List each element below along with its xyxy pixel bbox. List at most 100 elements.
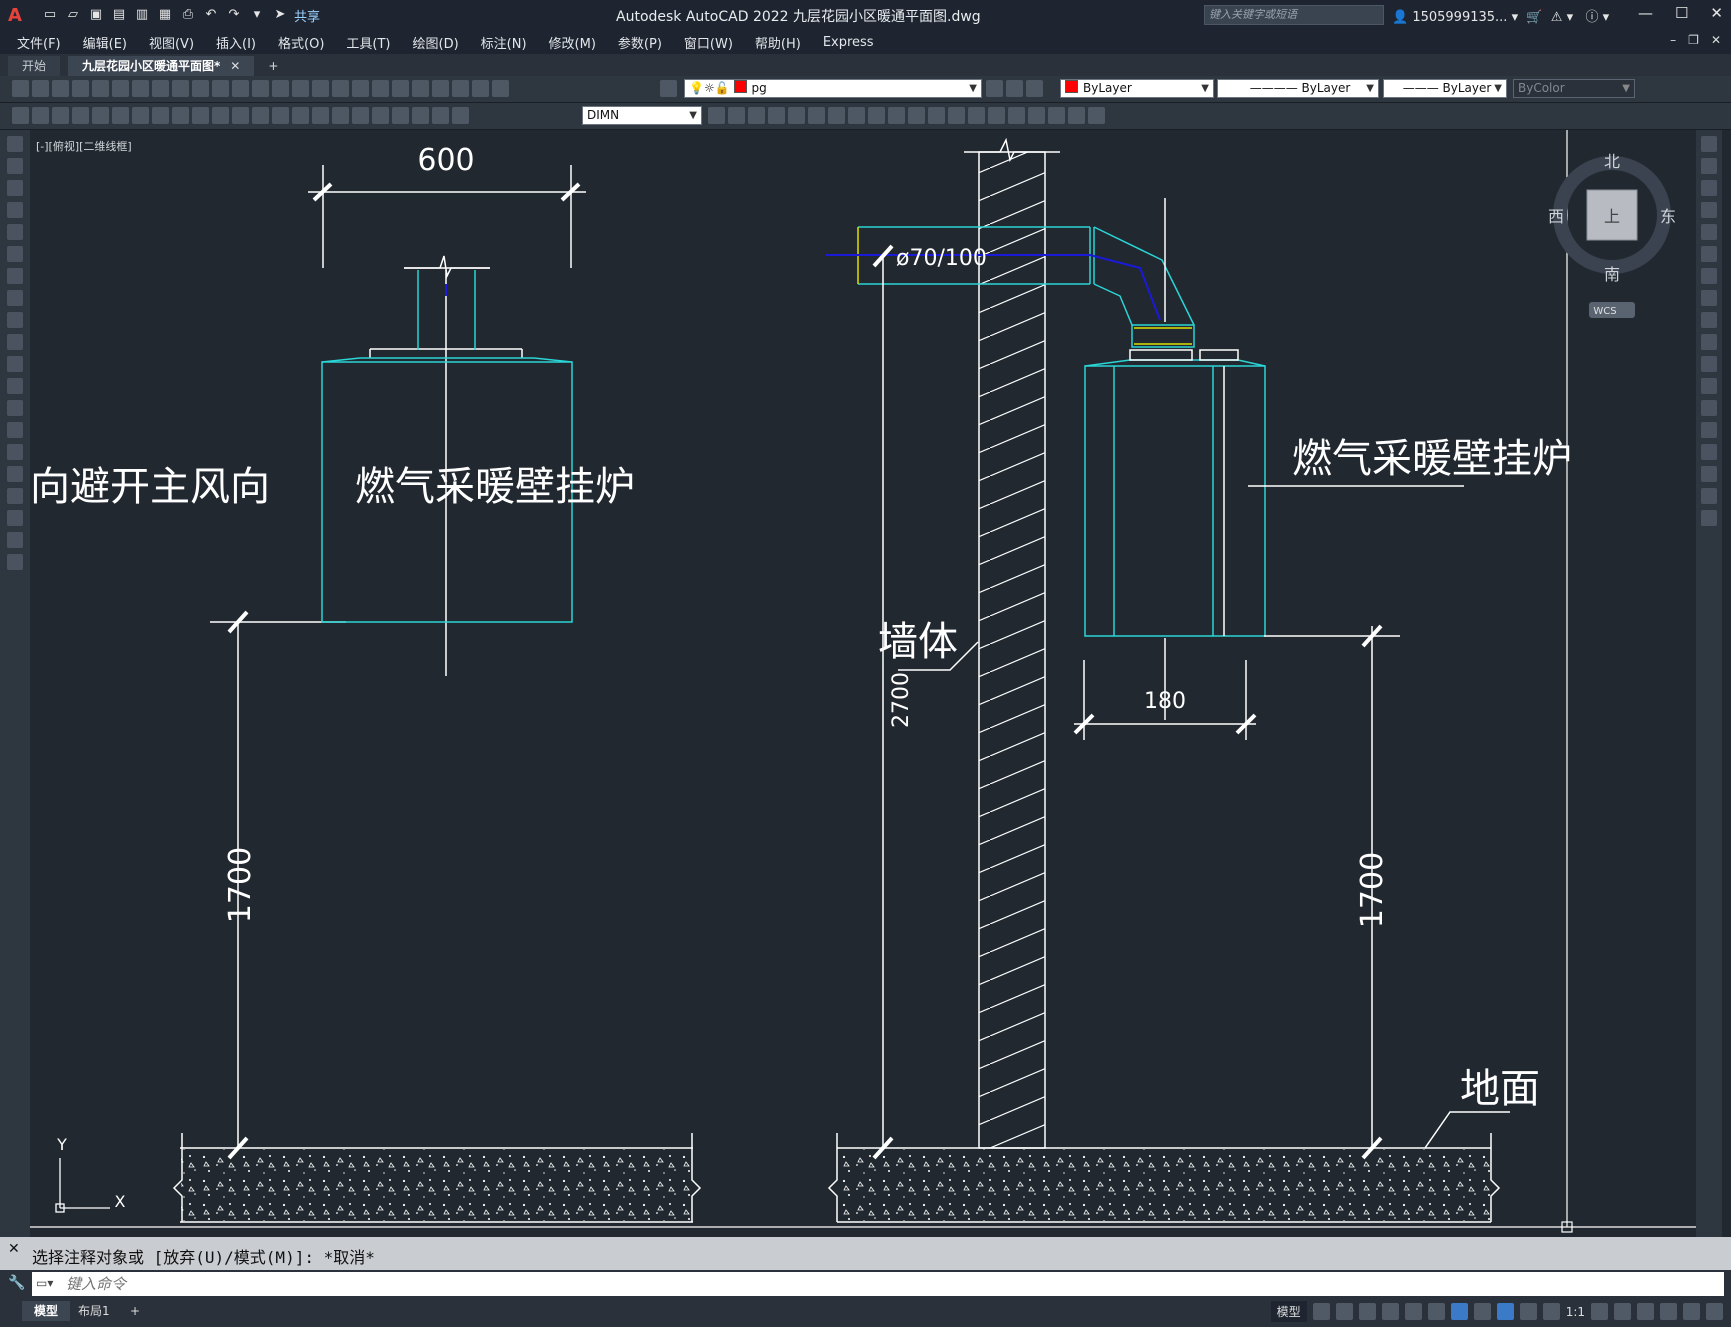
calculator-icon[interactable]	[472, 80, 489, 97]
stretch-icon[interactable]	[1701, 312, 1717, 328]
menu-window[interactable]: 窗口(W)	[673, 33, 744, 52]
dimstyle-combo[interactable]: DIMN ▼	[582, 106, 702, 125]
close-command-icon[interactable]: ✕	[8, 1241, 20, 1257]
hatch-icon[interactable]	[7, 444, 23, 460]
print-icon[interactable]	[72, 80, 89, 97]
zoom-realtime-icon[interactable]	[312, 80, 329, 97]
modify-icon[interactable]	[888, 107, 905, 124]
command-prompt-icon[interactable]: ▭▾	[36, 1276, 53, 1290]
modify-icon[interactable]	[728, 107, 745, 124]
modify-icon[interactable]	[768, 107, 785, 124]
tab-start[interactable]: 开始	[8, 56, 61, 76]
close-tab-icon[interactable]: ✕	[230, 59, 240, 73]
user-account[interactable]: 👤 1505999135... ▾ 🛒 ⚠ ▾ ⓘ ▾	[1392, 6, 1609, 25]
table-icon[interactable]	[7, 510, 23, 526]
menu-file[interactable]: 文件(F)	[6, 33, 72, 52]
doc-restore-icon[interactable]: ❐	[1688, 33, 1699, 47]
dim-tool-icon[interactable]	[52, 107, 69, 124]
radius-icon[interactable]	[152, 107, 169, 124]
redo-icon[interactable]	[272, 80, 289, 97]
text-icon[interactable]	[7, 532, 23, 548]
units-icon[interactable]	[1637, 1303, 1654, 1320]
break-icon[interactable]	[1701, 400, 1717, 416]
menu-draw[interactable]: 绘图(D)	[402, 33, 470, 52]
layer-manager-icon[interactable]	[660, 80, 677, 97]
annotation-scale-value[interactable]: 1:1	[1566, 1305, 1585, 1319]
modify-icon[interactable]	[868, 107, 885, 124]
undo-icon[interactable]	[252, 80, 269, 97]
jogged-linear-icon[interactable]	[392, 107, 409, 124]
close-icon[interactable]: ✕	[1710, 4, 1723, 22]
new-tab-icon[interactable]: +	[268, 56, 278, 76]
clean-screen-icon[interactable]	[1683, 1303, 1700, 1320]
match-properties-icon[interactable]	[212, 80, 229, 97]
help-icon[interactable]	[492, 80, 509, 97]
diameter-icon[interactable]	[192, 107, 209, 124]
line-icon[interactable]	[7, 136, 23, 152]
arc-icon[interactable]	[7, 246, 23, 262]
linear-dim-icon[interactable]	[72, 107, 89, 124]
erase-icon[interactable]	[1701, 136, 1717, 152]
dim-tool-icon[interactable]	[12, 107, 29, 124]
modify-icon[interactable]	[828, 107, 845, 124]
new-icon[interactable]	[12, 80, 29, 97]
layer-state-icon[interactable]	[1026, 80, 1043, 97]
color-combo[interactable]: ByLayer ▼	[1060, 79, 1214, 98]
gradient-icon[interactable]	[7, 466, 23, 482]
modify-icon[interactable]	[908, 107, 925, 124]
modify-icon[interactable]	[948, 107, 965, 124]
modify-icon[interactable]	[968, 107, 985, 124]
doc-minimize-icon[interactable]: –	[1670, 33, 1676, 47]
compass-north[interactable]: 北	[1604, 152, 1620, 171]
construction-line-icon[interactable]	[7, 158, 23, 174]
quick-properties-icon[interactable]	[1660, 1303, 1677, 1320]
annotation-scale-icon[interactable]	[1542, 1303, 1560, 1320]
annotation-monitor-icon[interactable]	[1614, 1303, 1631, 1320]
markup-icon[interactable]	[452, 80, 469, 97]
menu-view[interactable]: 视图(V)	[138, 33, 205, 52]
move-icon[interactable]	[1701, 246, 1717, 262]
viewport-controls-label[interactable]: [-][俯视][二维线框]	[36, 138, 132, 154]
copy-icon[interactable]	[1701, 158, 1717, 174]
help-search-input[interactable]: 键入关键字或短语	[1204, 5, 1384, 25]
3d-print-icon[interactable]	[132, 80, 149, 97]
blend-icon[interactable]	[1701, 488, 1717, 504]
customize-wrench-icon[interactable]: 🔧	[8, 1275, 25, 1291]
new-file-icon[interactable]: ▭	[42, 7, 58, 23]
dim-text-edit-icon[interactable]	[432, 107, 449, 124]
menu-help[interactable]: 帮助(H)	[744, 33, 812, 52]
continue-icon[interactable]	[272, 107, 289, 124]
maximize-icon[interactable]: ☐	[1675, 4, 1688, 22]
region-icon[interactable]	[7, 488, 23, 504]
pan-icon[interactable]	[292, 80, 309, 97]
modify-icon[interactable]	[788, 107, 805, 124]
space-icon[interactable]	[292, 107, 309, 124]
ortho-icon[interactable]	[1358, 1303, 1376, 1320]
modify-icon[interactable]	[1008, 107, 1025, 124]
point-icon[interactable]	[7, 422, 23, 438]
modify-icon[interactable]	[848, 107, 865, 124]
circle-icon[interactable]	[7, 268, 23, 284]
compass-east[interactable]: 东	[1660, 207, 1676, 226]
trim-icon[interactable]	[1701, 334, 1717, 350]
ellipse-arc-icon[interactable]	[7, 356, 23, 372]
lineweight-icon[interactable]	[1473, 1303, 1491, 1320]
linetype-combo[interactable]: ———— ByLayer ▼	[1217, 79, 1379, 98]
compass-west[interactable]: 西	[1548, 207, 1564, 226]
make-block-icon[interactable]	[7, 400, 23, 416]
modify-icon[interactable]	[748, 107, 765, 124]
minimize-icon[interactable]: —	[1638, 4, 1653, 22]
polygon-icon[interactable]	[7, 202, 23, 218]
preview-icon[interactable]	[92, 80, 109, 97]
copy-icon[interactable]	[172, 80, 189, 97]
polar-icon[interactable]	[1381, 1303, 1399, 1320]
angular-icon[interactable]	[212, 107, 229, 124]
redo-icon[interactable]: ↷	[226, 7, 242, 23]
menu-modify[interactable]: 修改(M)	[538, 33, 607, 52]
layer-combo[interactable]: 💡☼🔓 pg ▼	[684, 79, 982, 98]
object-snap-icon[interactable]	[1450, 1303, 1468, 1320]
auto-scale-icon[interactable]	[1519, 1303, 1537, 1320]
explode-icon[interactable]	[1701, 510, 1717, 526]
extend-icon[interactable]	[1701, 356, 1717, 372]
object-snap-tracking-icon[interactable]	[1427, 1303, 1445, 1320]
